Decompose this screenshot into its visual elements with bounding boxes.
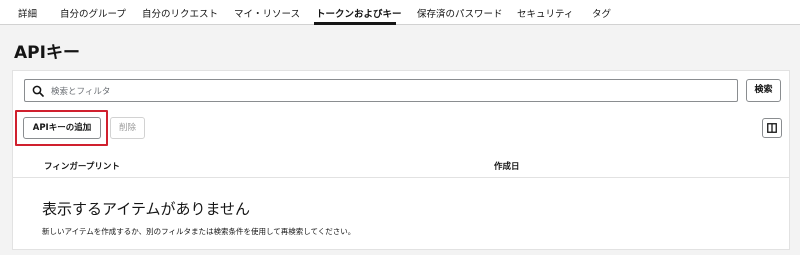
- tab-bar: 詳細 自分のグループ 自分のリクエスト マイ・リソース トークンおよびキー 保存…: [0, 0, 800, 25]
- columns-icon: [767, 123, 777, 133]
- table-header-divider: [13, 177, 789, 178]
- active-tab-indicator: [314, 22, 396, 25]
- column-header-fingerprint[interactable]: フィンガープリント: [44, 160, 120, 172]
- tab-saved-passwords[interactable]: 保存済のパスワード: [417, 6, 503, 20]
- tab-tokens-and-keys[interactable]: トークンおよびキー: [316, 6, 402, 20]
- page-title: APIキー: [14, 43, 80, 63]
- delete-button[interactable]: 削除: [110, 117, 145, 139]
- tab-security[interactable]: セキュリティ: [517, 6, 573, 20]
- tab-tags[interactable]: タグ: [592, 6, 611, 20]
- search-button[interactable]: 検索: [746, 79, 781, 102]
- column-header-created[interactable]: 作成日: [494, 160, 520, 172]
- tab-my-groups[interactable]: 自分のグループ: [60, 6, 126, 20]
- tab-my-resources[interactable]: マイ・リソース: [234, 6, 300, 20]
- add-api-key-button[interactable]: APIキーの追加: [23, 117, 101, 139]
- search-placeholder: 検索とフィルタ: [51, 87, 111, 97]
- empty-state-title: 表示するアイテムがありません: [42, 200, 251, 218]
- empty-state-message: 新しいアイテムを作成するか、別のフィルタまたは検索条件を使用して再検索してくださ…: [42, 227, 356, 236]
- column-settings-button[interactable]: [762, 118, 782, 138]
- search-input[interactable]: 検索とフィルタ: [24, 79, 738, 102]
- tab-my-requests[interactable]: 自分のリクエスト: [142, 6, 218, 20]
- tab-details[interactable]: 詳細: [18, 6, 37, 20]
- search-icon: [32, 85, 44, 97]
